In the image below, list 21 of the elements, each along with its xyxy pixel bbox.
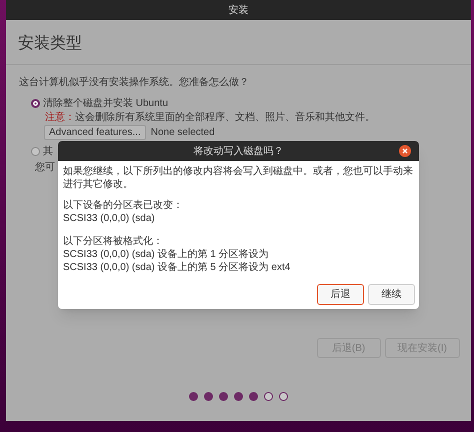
section-heading: 以下设备的分区表已改变： — [63, 199, 183, 212]
intro-text: 如果您继续，以下所列出的修改内容将会写入到磁盘中。或者，您也可以手动来进行其它修改。 — [63, 165, 414, 192]
radio-button[interactable] — [31, 99, 40, 108]
window-title: 安装 — [228, 4, 248, 18]
close-icon[interactable] — [399, 145, 411, 157]
warning-text: 注意：这会删除所有系统里面的全部程序、文档、照片、音乐和其他文件。 — [44, 112, 376, 124]
page-heading: 安装类型 — [18, 35, 82, 52]
question-text: 这台计算机似乎没有安装操作系统。您准备怎么做？ — [19, 76, 250, 90]
option-label: 其 — [43, 144, 53, 159]
change-line: SCSI33 (0,0,0) (sda) 设备上的第 5 分区将设为 ext4 — [63, 261, 290, 274]
option-description: 您可 — [34, 161, 55, 175]
radio-button[interactable] — [31, 147, 40, 156]
advanced-features-button[interactable]: Advanced features... — [44, 125, 146, 140]
option-label: 清除整个磁盘并安装 Ubuntu — [43, 96, 168, 111]
change-line: SCSI33 (0,0,0) (sda) 设备上的第 1 分区将设为 — [63, 248, 269, 261]
section-heading: 以下分区将被格式化： — [63, 235, 163, 248]
change-line: SCSI33 (0,0,0) (sda) — [63, 212, 155, 225]
dialog-button[interactable]: 后退 — [317, 284, 364, 305]
dialog-button[interactable]: 继续 — [368, 284, 415, 305]
dialog-title: 将改动写入磁盘吗？ — [194, 144, 284, 158]
selection-value: None selected — [150, 126, 215, 140]
